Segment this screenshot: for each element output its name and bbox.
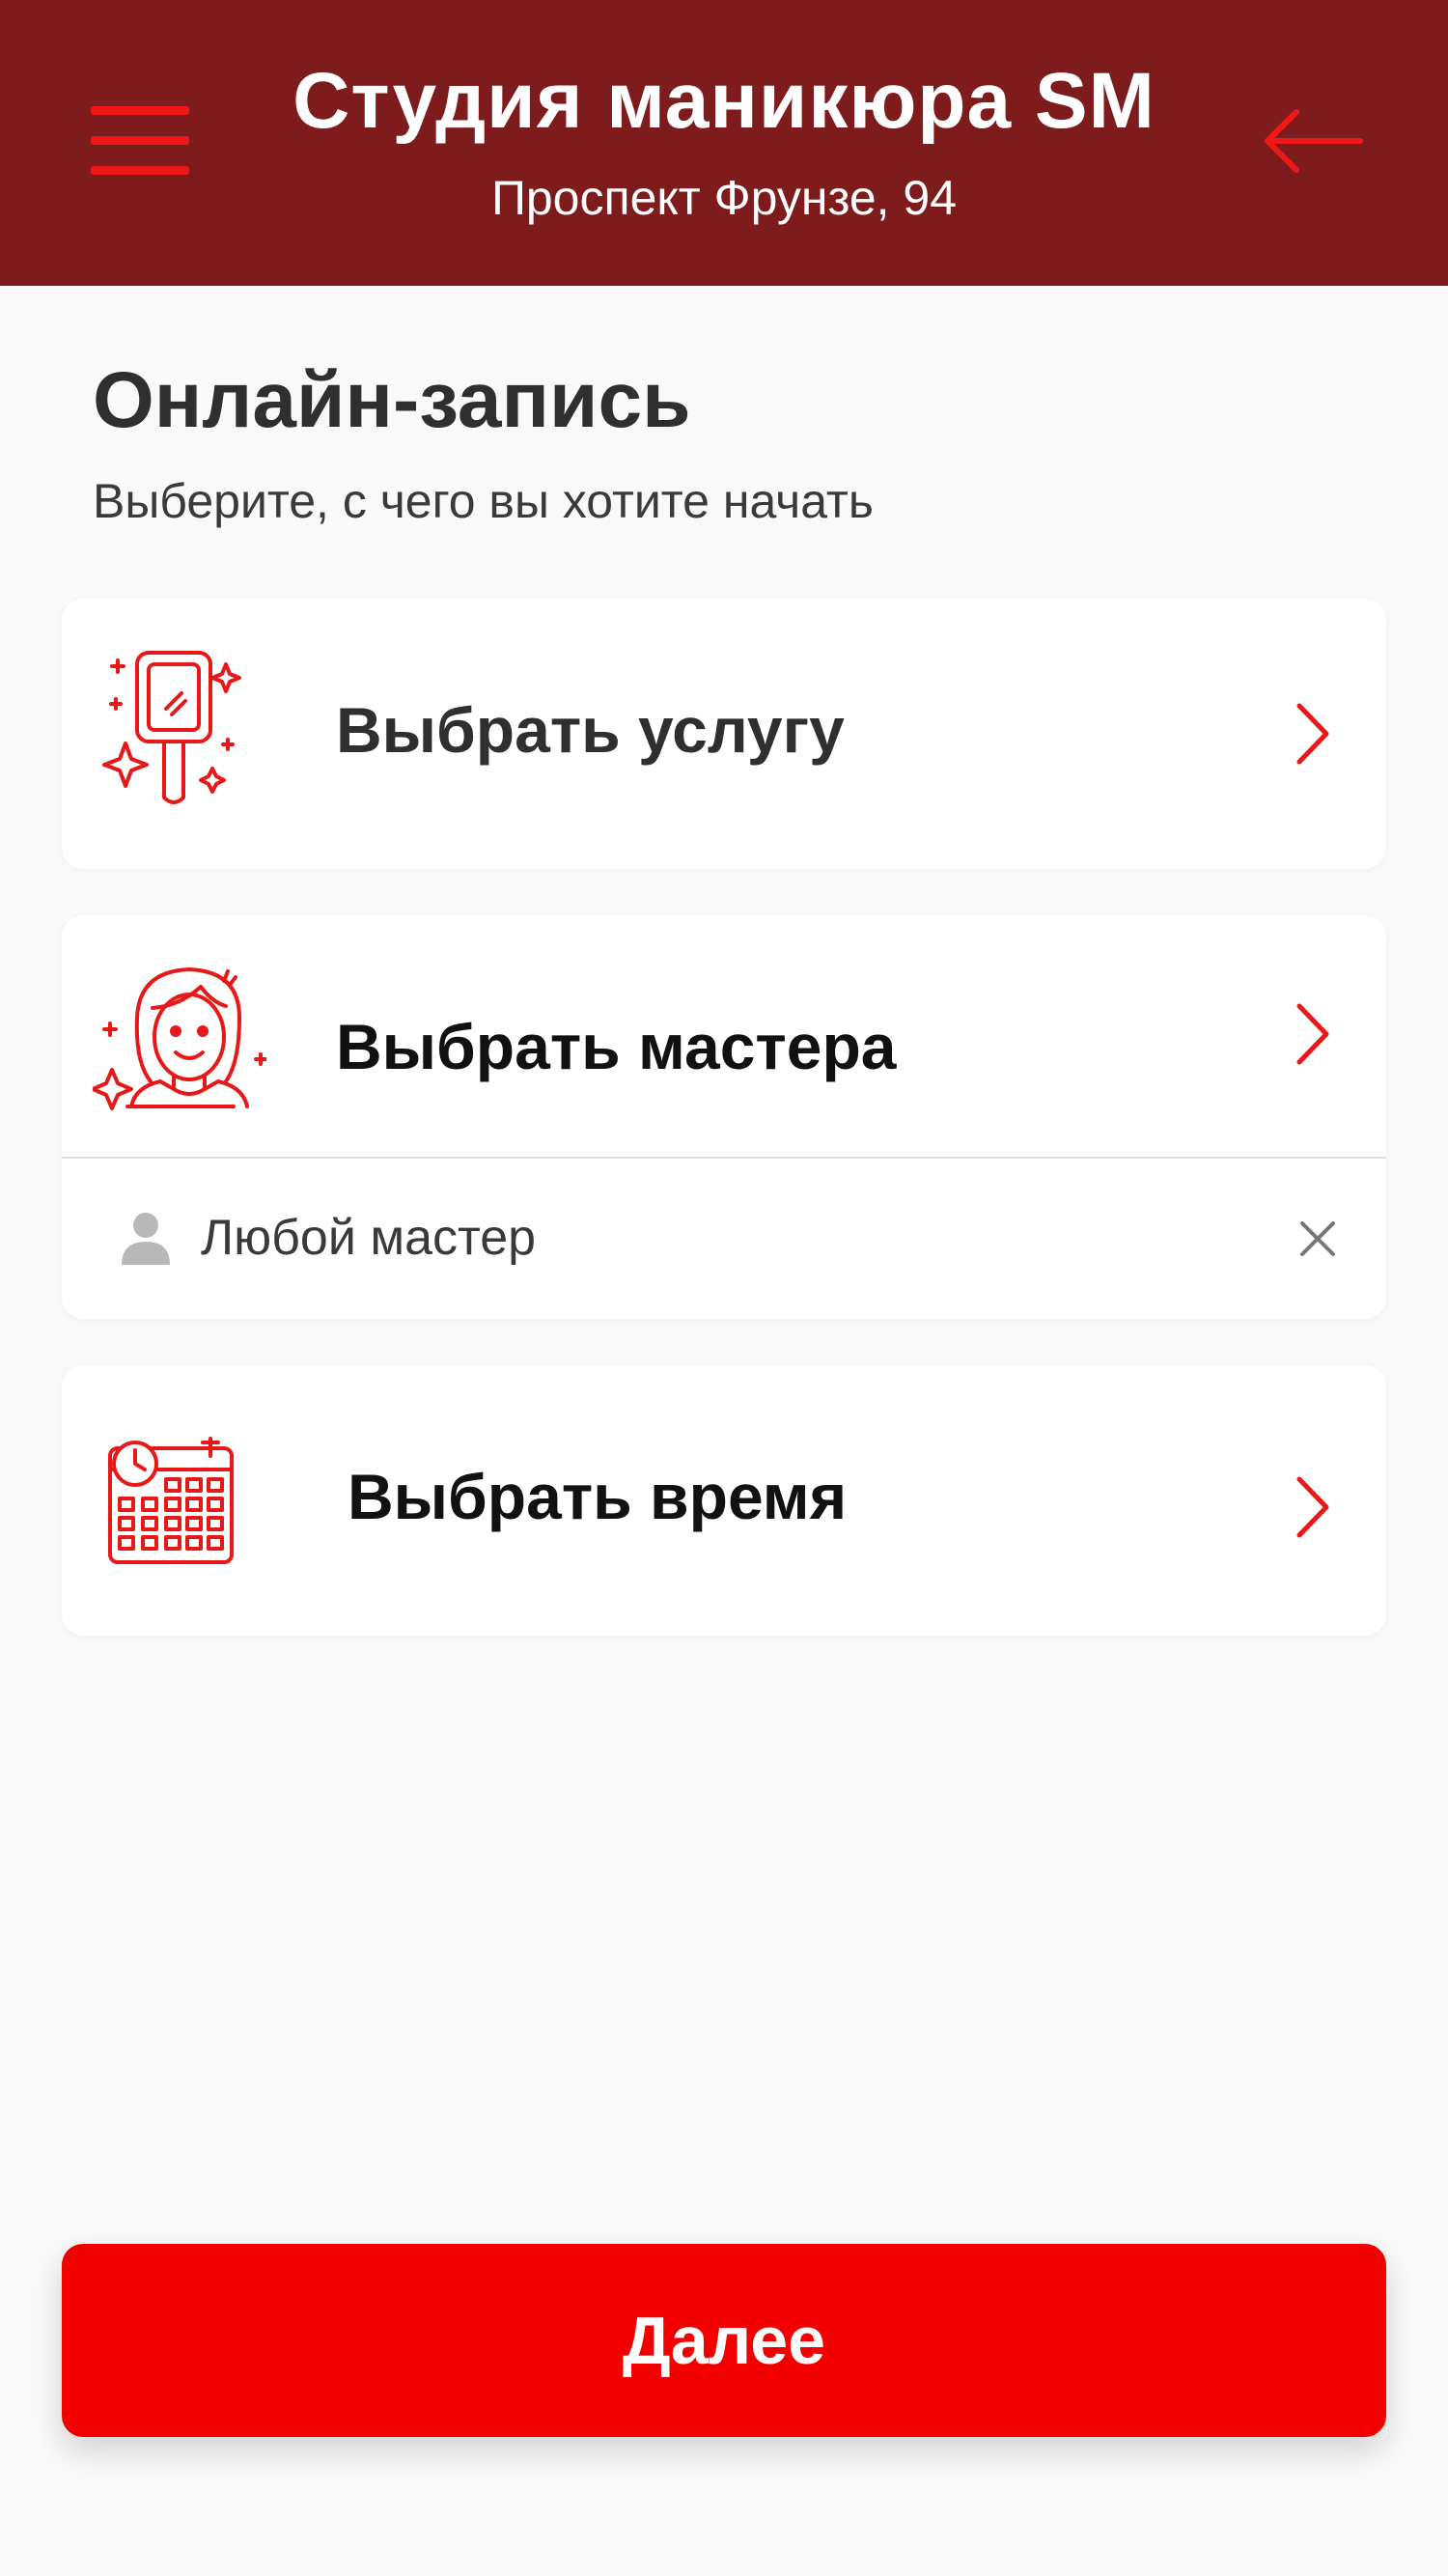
person-icon [122, 1213, 170, 1265]
choose-master-label: Выбрать мастера [336, 1011, 897, 1082]
chevron-right-icon [1296, 1003, 1329, 1065]
studio-title: Студия маникюра SM [292, 57, 1156, 145]
app-header: Студия маникюра SM Проспект Фрунзе, 94 [0, 0, 1448, 286]
choose-service-card[interactable]: Выбрать услугу [62, 599, 1386, 869]
page-subtitle: Выберите, с чего вы хотите начать [93, 474, 874, 528]
choose-master-card: Выбрать мастера Любой мастер [62, 915, 1386, 1319]
choose-master-row[interactable]: Выбрать мастера [62, 915, 1386, 1157]
choose-time-label: Выбрать время [348, 1461, 848, 1532]
studio-address: Проспект Фрунзе, 94 [490, 171, 958, 225]
hand-mirror-icon [102, 651, 241, 804]
page-title: Онлайн-запись [93, 356, 691, 444]
chevron-right-icon [1296, 1476, 1329, 1538]
selected-master-label: Любой мастер [201, 1210, 537, 1266]
woman-icon [93, 967, 266, 1110]
selected-master-row: Любой мастер [62, 1159, 1386, 1317]
chevron-right-icon [1296, 703, 1329, 765]
next-button[interactable]: Далее [62, 2244, 1386, 2437]
close-icon[interactable] [1299, 1220, 1336, 1257]
calendar-icon [108, 1437, 234, 1564]
choose-service-label: Выбрать услугу [336, 694, 845, 766]
choose-time-card[interactable]: Выбрать время [62, 1365, 1386, 1636]
back-arrow-icon[interactable] [1260, 104, 1366, 178]
